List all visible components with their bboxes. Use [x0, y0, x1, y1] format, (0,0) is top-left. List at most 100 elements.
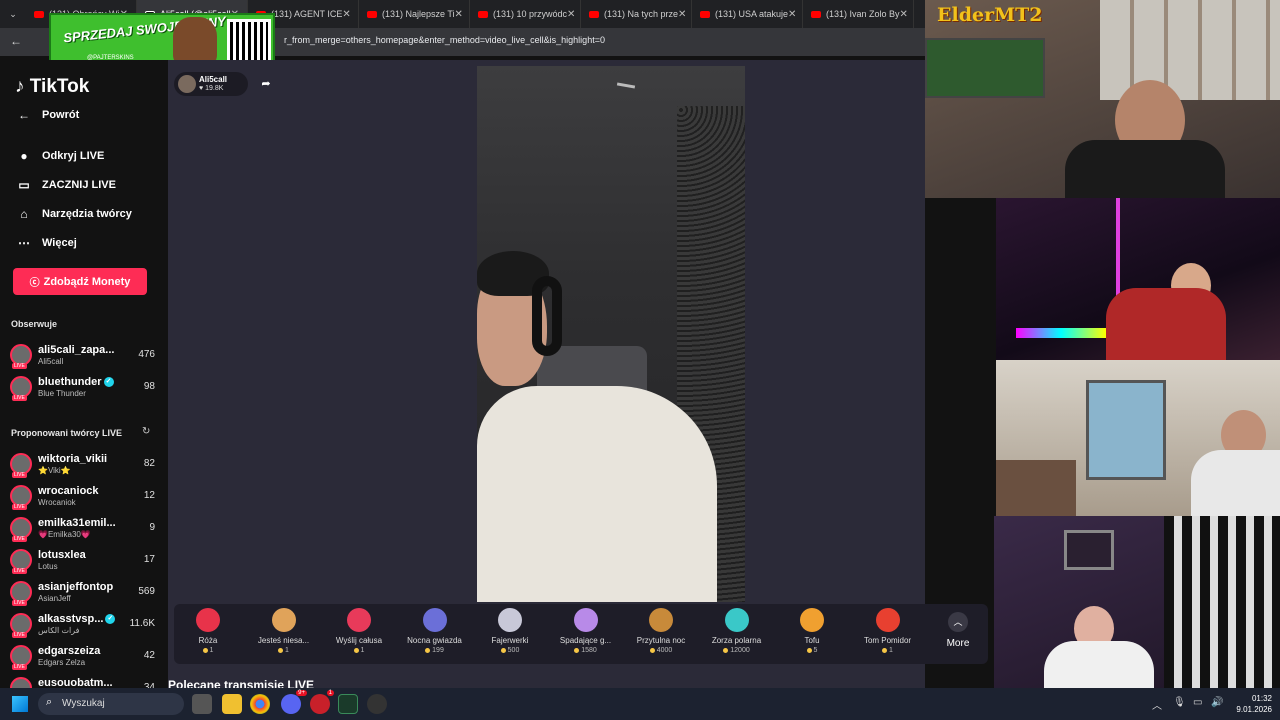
gift-item[interactable]: Zorza polarna 12000	[700, 608, 774, 662]
gift-item[interactable]: Przytulna noc 4000	[624, 608, 698, 662]
tab-label: (131) AGENT ICE	[271, 9, 343, 19]
tiktok-logo[interactable]: ♪ TikTok	[15, 76, 89, 98]
monitor-icon[interactable]: ▭	[1193, 697, 1202, 708]
creator-item[interactable]: LIVE alkasstvsp... ✓ فرات الكاس 11.6K	[10, 610, 155, 638]
gift-item[interactable]: Nocna gwiazda 199	[398, 608, 472, 662]
gift-icon	[271, 608, 296, 632]
viewer-count: 12	[143, 490, 155, 501]
gift-icon	[573, 608, 598, 632]
creator-item[interactable]: LIVE emilka31emil... 💗Emilka30💗 9	[10, 514, 155, 542]
close-icon[interactable]: ✕	[342, 9, 350, 20]
streamer-likes: ♥ 19.8K	[199, 85, 224, 92]
gift-item[interactable]: Fajerwerki 500	[473, 608, 547, 662]
creator-item[interactable]: LIVE edgarszeiza Edgars Zelza 42	[10, 642, 155, 670]
creator-subtitle: Blue Thunder	[38, 389, 86, 398]
qr-code-icon	[227, 19, 271, 63]
microphone-icon[interactable]: 🎙	[1173, 697, 1186, 708]
creator-item[interactable]: LIVE ali5cali_zapa... Ali5call 476	[10, 341, 155, 369]
gift-price: 1580	[549, 647, 623, 654]
aquarium	[925, 38, 1045, 98]
creator-subtitle: Ali5call	[38, 357, 64, 366]
back-arrow-icon: ←	[18, 108, 30, 122]
tray-chevron-up-icon[interactable]: ︿	[1152, 697, 1162, 712]
more-dots-icon: ⋯	[18, 236, 30, 250]
windows-taskbar: ⌕ Wyszukaj 9+ 1 ︿ 🎙 ▭ 🔊 01:32 9.01.2026	[0, 688, 1280, 720]
volume-icon[interactable]: 🔊	[1211, 697, 1223, 708]
browser-tab[interactable]: (131) Najlepsze Ti ✕	[359, 0, 470, 28]
furniture	[996, 460, 1076, 516]
gift-icon	[196, 608, 220, 632]
gift-item[interactable]: Spadające g... 1580	[549, 608, 623, 662]
close-icon[interactable]: ✕	[455, 9, 463, 20]
viewer-count: 17	[143, 554, 155, 565]
nav-item[interactable]: ⌂ Narzędzia twórcy	[14, 207, 132, 221]
creator-item[interactable]: LIVE wiktoria_vikii ⭐Viki⭐ 82	[10, 450, 155, 478]
creator-item[interactable]: LIVE lotusxlea Lotus 17	[10, 546, 155, 574]
refresh-icon[interactable]: ↻	[142, 426, 150, 437]
streamer-name: Ali5call	[199, 75, 228, 84]
tab-label: (131) USA atakuje	[715, 9, 789, 19]
windows-start-icon[interactable]	[12, 696, 28, 712]
creator-item[interactable]: LIVE wrocaniock Wrocaniok 12	[10, 482, 155, 510]
live-badge: LIVE	[12, 472, 27, 478]
gift-icon	[724, 608, 749, 632]
gift-item[interactable]: Wyślij całusa 1	[322, 608, 396, 662]
gift-item[interactable]: Jesteś niesa... 1	[247, 608, 321, 662]
gift-name: Wyślij całusa	[335, 636, 383, 645]
gift-price: 1	[171, 647, 245, 654]
back-arrow-icon[interactable]: ←	[10, 34, 22, 48]
nav-item[interactable]: ← Powrót	[14, 108, 79, 122]
nav-item[interactable]: ● Odkryj LIVE	[14, 149, 104, 163]
live-video[interactable]	[477, 66, 745, 602]
url-field[interactable]: r_from_merge=others_homepage&enter_metho…	[284, 35, 605, 45]
suggested-title: Proponowani twórcy LIVE	[11, 428, 123, 438]
app-icon[interactable]: 1	[310, 690, 334, 714]
creator-name: wiktoria_vikii	[38, 453, 108, 465]
rgb-keyboard	[1016, 328, 1106, 338]
terminal-icon[interactable]	[338, 694, 358, 714]
share-icon[interactable]: ➦	[256, 74, 276, 94]
get-coins-button[interactable]: ⓒ Zdobądź Monety	[13, 268, 147, 295]
gift-price: 199	[398, 647, 472, 654]
creator-item[interactable]: LIVE bluethunder ✓ Blue Thunder 98	[10, 373, 155, 401]
live-avatar-icon: ●	[20, 149, 28, 163]
gift-price: 1	[322, 647, 396, 654]
close-icon[interactable]: ✕	[678, 9, 686, 20]
creator-name: wrocaniock	[38, 485, 99, 497]
clock[interactable]: 01:32 9.01.2026	[1236, 693, 1272, 715]
viewer-count: 9	[149, 522, 155, 533]
tab-list-chevron-icon[interactable]: ⌄	[0, 0, 26, 28]
webcam-3	[996, 360, 1280, 516]
close-icon[interactable]: ✕	[788, 9, 796, 20]
browser-tab[interactable]: (131) Ivan Zolo By ✕	[803, 0, 914, 28]
streamer-tag[interactable]: Ali5call ♥ 19.8K	[174, 72, 248, 96]
channel-name: ElderMT2	[937, 4, 1043, 26]
creator-item[interactable]: LIVE asianjeffontop AsianJeff 569	[10, 578, 155, 606]
nav-item[interactable]: ▭ ZACZNIJ LIVE	[14, 178, 116, 192]
creator-name: lotusxlea	[38, 549, 86, 561]
youtube-icon	[700, 10, 710, 18]
search-icon: ⌕	[46, 696, 53, 708]
browser-tab[interactable]: (131) USA atakuje ✕	[692, 0, 803, 28]
avatar	[178, 75, 196, 93]
headphones-icon	[532, 276, 562, 356]
taskbar-search[interactable]: ⌕ Wyszukaj	[38, 693, 184, 715]
streamer-shirt	[1065, 140, 1225, 198]
gift-item[interactable]: Tom Pomidor 1	[851, 608, 925, 662]
file-explorer-icon[interactable]	[222, 694, 242, 714]
discord-icon[interactable]: 9+	[281, 690, 307, 714]
coin-icon	[649, 647, 655, 653]
browser-tab[interactable]: (131) Na tych prze ✕	[581, 0, 692, 28]
close-icon[interactable]: ✕	[900, 9, 908, 20]
window	[1086, 380, 1166, 480]
task-view-icon[interactable]	[192, 694, 212, 714]
browser-tab[interactable]: (131) 10 przywódc ✕	[470, 0, 581, 28]
more-gifts-button[interactable]: ︿ More	[938, 612, 978, 649]
nav-item[interactable]: ⋯ Więcej	[14, 236, 77, 250]
gift-item[interactable]: Tofu 5	[775, 608, 849, 662]
gift-item[interactable]: Róża 1	[171, 608, 245, 662]
coin-icon	[425, 647, 431, 653]
obs-icon[interactable]	[367, 694, 387, 714]
close-icon[interactable]: ✕	[567, 9, 575, 20]
chrome-icon[interactable]	[250, 694, 270, 714]
